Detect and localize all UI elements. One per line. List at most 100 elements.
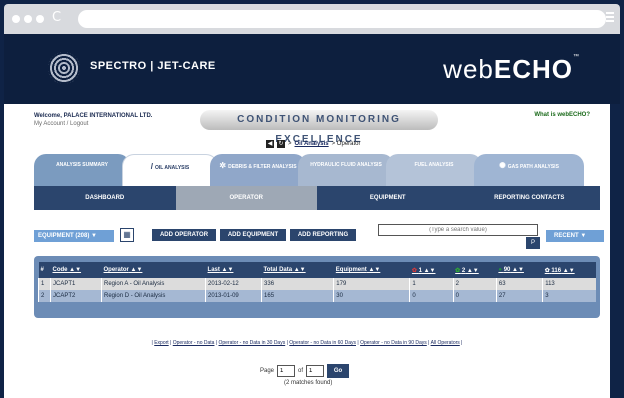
minimize-dot[interactable] <box>24 15 32 23</box>
maximize-dot[interactable] <box>36 15 44 23</box>
breadcrumb-oil-analysis[interactable]: Oil Analysis <box>295 141 329 147</box>
add-operator-button[interactable]: ADD OPERATOR <box>152 229 216 241</box>
cell-last: 2013-02-12 <box>205 278 262 290</box>
cell-code[interactable]: JCAPT2 <box>49 290 102 302</box>
equipment-select[interactable]: EQUIPMENT (208) ▼ <box>34 230 114 242</box>
search-input[interactable] <box>378 224 538 236</box>
col-code[interactable]: Code ▲▼ <box>51 262 102 278</box>
spectro-logo-icon <box>48 52 80 84</box>
page-label: Page <box>260 368 275 374</box>
browser-chrome: C <box>4 4 620 34</box>
col-status-2[interactable]: ✿ 2 ▲▼ <box>453 262 496 278</box>
menu-icon[interactable] <box>606 12 614 22</box>
gear-icon: ✲ <box>219 161 227 170</box>
normal-green-icon: ● <box>498 267 503 273</box>
address-bar[interactable] <box>78 10 606 28</box>
cell-last: 2013-01-09 <box>205 290 262 302</box>
cell-status-90: 27 <box>495 290 543 302</box>
subnav-operator[interactable]: OPERATOR <box>175 186 317 210</box>
cell-total-data: 336 <box>261 278 334 290</box>
back-icon[interactable]: ◀ <box>266 140 274 148</box>
subnav-reporting-contacts[interactable]: REPORTING CONTACTS <box>459 186 601 210</box>
tab-analysis-summary[interactable]: ANALYSIS SUMMARY <box>34 154 130 186</box>
col-number: # <box>40 267 44 273</box>
close-dot[interactable] <box>12 15 20 23</box>
tab-label: GAS PATH ANALYSIS <box>507 164 559 170</box>
tab-gas-path[interactable]: ✺ GAS PATH ANALYSIS <box>474 154 584 186</box>
col-status-1[interactable]: ✿ 1 ▲▼ <box>410 262 453 278</box>
welcome-block: Welcome, PALACE INTERNATIONAL LTD. My Ac… <box>34 112 152 128</box>
tab-label: OIL ANALYSIS <box>154 165 190 171</box>
tab-hydraulic-fluid[interactable]: HYDRAULIC FLUID ANALYSIS <box>298 154 394 186</box>
webecho-logo: webECHO™ <box>443 54 580 85</box>
tab-label: ANALYSIS SUMMARY <box>56 162 108 168</box>
col-equipment[interactable]: Equipment ▲▼ <box>334 262 410 278</box>
account-links[interactable]: My Account / Logout <box>34 120 152 128</box>
tab-oil-analysis[interactable]: / OIL ANALYSIS <box>122 154 218 186</box>
cell-status-90: 63 <box>495 278 543 290</box>
col-status-90[interactable]: ● 90 ▲▼ <box>496 262 542 278</box>
logo-prefix: web <box>443 54 494 84</box>
window-controls <box>12 15 44 23</box>
pagination: Page of Go <box>260 364 350 378</box>
total-white-icon: ✿ <box>544 267 550 274</box>
no-data-link[interactable]: Operator - no Data <box>173 340 215 346</box>
cell-status-2: 0 <box>452 290 497 302</box>
what-is-link[interactable]: What is webECHO? <box>534 112 590 118</box>
cell-operator[interactable]: Region D - Oil Analysis <box>101 290 206 302</box>
tab-label: DEBRIS & FILTER ANALYSIS <box>228 164 297 170</box>
alert-red-icon: ✿ <box>411 267 417 274</box>
breadcrumb: ◀ ↻ > Oil Analysis > Operator <box>266 140 361 148</box>
analysis-tabs: ANALYSIS SUMMARY / OIL ANALYSIS ✲ DEBRIS &… <box>34 154 600 186</box>
page-input[interactable] <box>277 365 296 377</box>
table-row[interactable]: 2 JCAPT2 Region D - Oil Analysis 2013-01… <box>38 290 596 302</box>
page-total-input <box>306 365 325 377</box>
cell-status-116: 113 <box>542 278 596 290</box>
alert-green-icon: ✿ <box>455 267 461 274</box>
no-data-90-link[interactable]: Operator - no Data in 90 Days <box>360 340 427 346</box>
cell-status-2: 2 <box>452 278 497 290</box>
brand-text: SPECTRO | JET-CARE <box>90 60 216 72</box>
all-operators-link[interactable]: All Operators <box>431 340 460 346</box>
cell-operator[interactable]: Region A - Oil Analysis <box>101 278 206 290</box>
of-label: of <box>298 368 304 374</box>
subnav-dashboard[interactable]: DASHBOARD <box>34 186 176 210</box>
operator-table: # Code ▲▼ Operator ▲▼ Last ▲▼ Total Data… <box>38 262 596 302</box>
tab-debris-filter[interactable]: ✲ DEBRIS & FILTER ANALYSIS <box>210 154 306 186</box>
cell-status-116: 3 <box>542 290 596 302</box>
go-button[interactable]: Go <box>327 364 350 378</box>
logo-suffix: ECHO <box>493 54 573 84</box>
breadcrumb-current: > Operator <box>331 141 361 147</box>
add-reporting-button[interactable]: ADD REPORTING <box>290 229 356 241</box>
subnav-equipment[interactable]: EQUIPMENT <box>317 186 459 210</box>
tagline-banner: CONDITION MONITORING EXCELLENCE <box>200 110 438 145</box>
reload-icon[interactable]: C <box>52 10 61 25</box>
cell-number: 2 <box>38 290 51 302</box>
col-operator[interactable]: Operator ▲▼ <box>102 262 206 278</box>
search-button[interactable]: P <box>526 237 540 249</box>
dipstick-icon: / <box>150 162 153 171</box>
cell-equipment: 30 <box>333 290 410 302</box>
add-equipment-button[interactable]: ADD EQUIPMENT <box>220 229 286 241</box>
no-data-60-link[interactable]: Operator - no Data in 60 Days <box>289 340 356 346</box>
tab-fuel-analysis[interactable]: FUEL ANALYSIS <box>386 154 482 186</box>
table-row[interactable]: 1 JCAPT1 Region A - Oil Analysis 2013-02… <box>38 278 596 290</box>
page-content: Welcome, PALACE INTERNATIONAL LTD. My Ac… <box>4 104 610 398</box>
col-last[interactable]: Last ▲▼ <box>206 262 262 278</box>
logo-tm: ™ <box>573 54 580 60</box>
tab-label: FUEL ANALYSIS <box>414 162 454 168</box>
col-status-116[interactable]: ✿ 116 ▲▼ <box>543 262 596 278</box>
recent-select[interactable]: RECENT ▼ <box>546 230 604 242</box>
cell-equipment: 179 <box>333 278 410 290</box>
no-data-30-link[interactable]: Operator - no Data in 30 Days <box>219 340 286 346</box>
refresh-icon[interactable]: ↻ <box>277 140 285 148</box>
sub-navigation: DASHBOARD OPERATOR EQUIPMENT REPORTING C… <box>34 186 600 210</box>
col-total-data[interactable]: Total Data ▲▼ <box>262 262 334 278</box>
turbine-icon: ✺ <box>499 161 506 170</box>
cell-code[interactable]: JCAPT1 <box>49 278 102 290</box>
tab-label: HYDRAULIC FLUID ANALYSIS <box>310 162 382 168</box>
grid-view-icon[interactable]: ▦ <box>120 228 134 242</box>
breadcrumb-sep: > <box>288 141 292 147</box>
cell-status-1: 1 <box>409 278 454 290</box>
export-link[interactable]: Export <box>154 340 168 346</box>
